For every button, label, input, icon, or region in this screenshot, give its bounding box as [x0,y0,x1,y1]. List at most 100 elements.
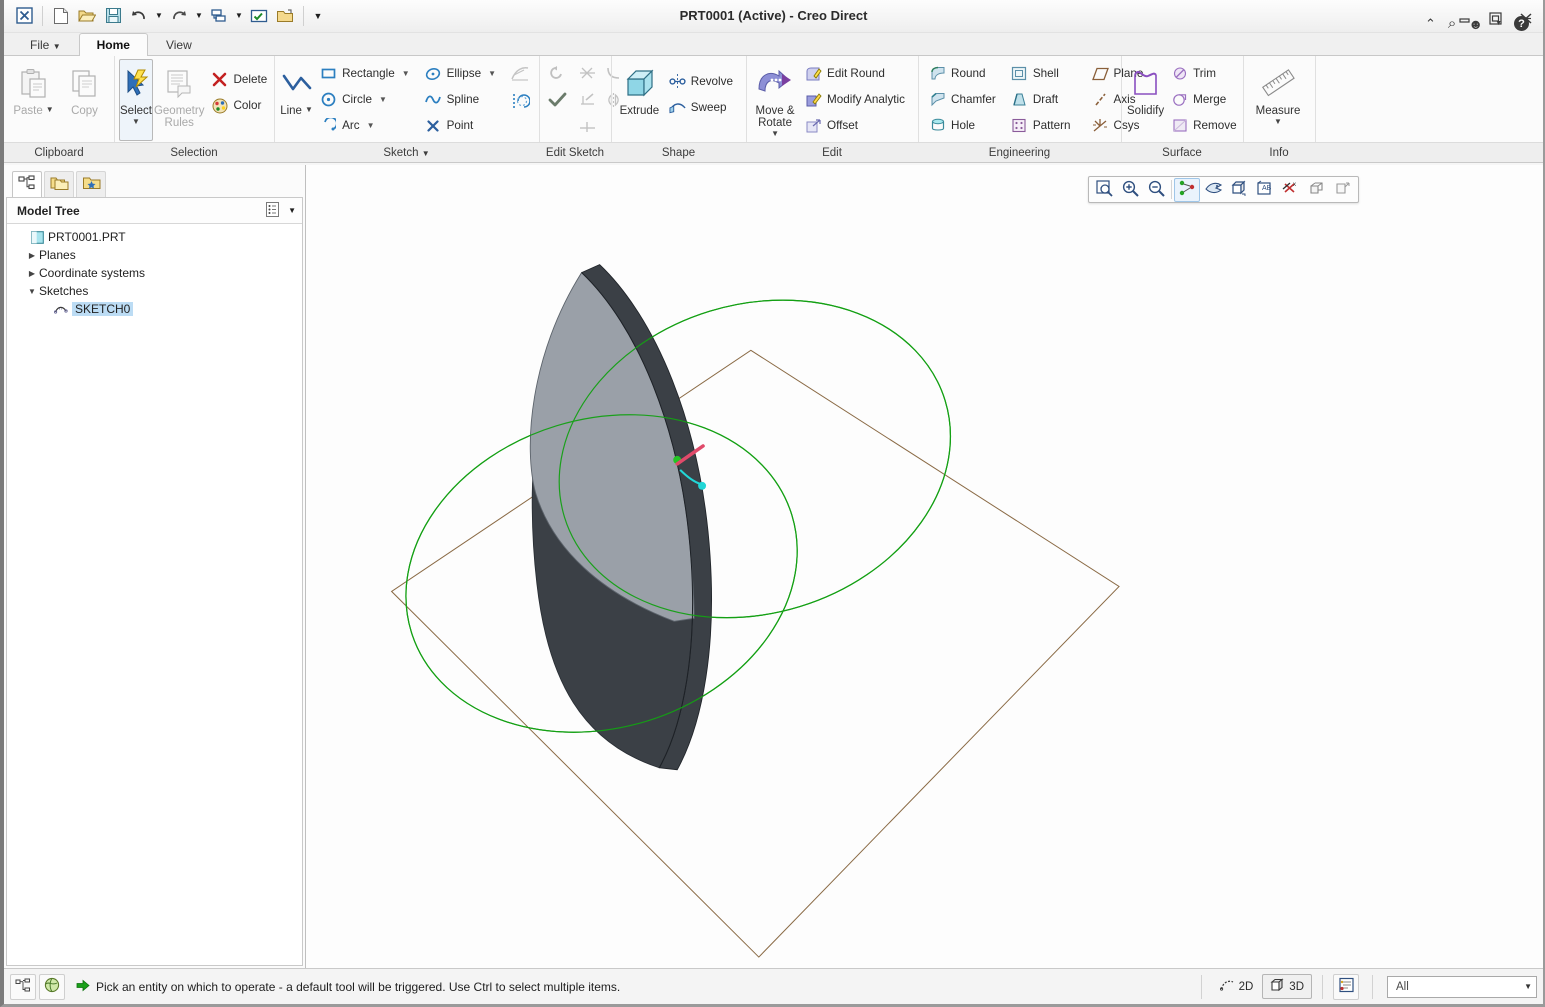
revolve-button[interactable]: Revolve [665,69,740,94]
account-icon[interactable]: ☻ [1468,16,1483,32]
circle-caret-icon[interactable]: ▼ [379,95,387,104]
minimize-ribbon-icon[interactable]: ⌃ [1425,16,1436,32]
zoom-out-button[interactable] [1143,178,1169,202]
appearance-button[interactable] [1330,178,1356,202]
divide-sketch-button[interactable] [574,115,600,141]
tree-settings-icon[interactable] [264,201,281,221]
trim-sketch-button[interactable] [574,61,600,87]
offset-label: Offset [827,119,859,132]
arc-caret-icon[interactable]: ▼ [367,121,375,130]
undo-sketch-button[interactable] [544,61,570,87]
selection-filter-value: All [1396,980,1409,993]
saved-orientations-button[interactable] [1200,178,1226,202]
round-icon [929,65,946,82]
view-mode-2d[interactable]: 2D [1212,974,1262,999]
tree-item-planes[interactable]: ▶ Planes [7,246,302,264]
perspective-view-button[interactable] [1304,178,1330,202]
ribbon-group-edit: Move & Rotate ▼ Edit Round Modify Analyt… [746,56,918,162]
move-rotate-button[interactable]: Move & Rotate ▼ [751,59,799,141]
measure-button[interactable]: Measure ▼ [1248,59,1308,141]
select-button[interactable]: Select ▼ [119,59,153,141]
circle-button[interactable]: Circle ▼ [316,87,417,112]
account-dropdown-icon[interactable]: ▼ [1495,20,1502,27]
annotation-display-button[interactable]: AB [1252,178,1278,202]
help-icon[interactable]: ? [1514,16,1529,31]
edit-round-button[interactable]: Edit Round [801,61,912,86]
tree-item-coordinate-systems[interactable]: ▶ Coordinate systems [7,264,302,282]
sweep-button[interactable]: Sweep [665,95,740,120]
ribbon-group-surface: Solidify Trim Merge Remove Surface [1121,56,1244,162]
tab-view[interactable]: View [148,33,210,55]
chevron-down-icon[interactable]: ▼ [288,206,296,215]
round-button[interactable]: Round [925,61,1003,86]
extend-sketch-icon [579,92,596,111]
browser-toggle-button[interactable] [39,973,65,1000]
offset-button[interactable]: Offset [801,113,912,138]
tree-twist-sketches-icon[interactable]: ▼ [25,287,39,296]
copy-label: Copy [71,105,98,117]
status-message: Pick an entity on which to operate - a d… [96,979,621,994]
offset-edge-icon [510,92,531,113]
spline-button[interactable]: Spline [421,87,503,112]
ellipse-label: Ellipse [446,67,482,80]
display-style-button[interactable] [1226,178,1252,202]
tree-item-part[interactable]: PRT0001.PRT [7,228,302,246]
point-button[interactable]: Point [421,113,503,138]
rectangle-button[interactable]: Rectangle ▼ [316,61,417,86]
solidify-button[interactable]: Solidify [1126,59,1165,141]
view-mode-3d[interactable]: 3D [1262,974,1312,999]
spin-center-button[interactable]: x [1278,178,1304,202]
refit-button[interactable] [1091,178,1117,202]
delete-button[interactable]: Delete [207,67,274,92]
extrude-button[interactable]: Extrude [616,59,663,141]
ribbon-group-sketch-label[interactable]: Sketch ▼ [274,142,539,162]
graphics-viewport[interactable]: AB x [306,165,1543,968]
merge-button[interactable]: Merge [1167,87,1244,112]
modify-analytic-label: Modify Analytic [827,93,905,106]
trim-button[interactable]: Trim [1167,61,1244,86]
ellipse-button[interactable]: Ellipse ▼ [421,61,503,86]
ribbon: Paste ▼ Copy Clipboard Select ▼ Geometry… [4,56,1543,163]
selection-details-button[interactable] [1333,973,1359,1000]
arc-button[interactable]: Arc ▼ [316,113,417,138]
extruded-lens-solid[interactable] [529,264,712,771]
accept-sketch-button[interactable] [544,88,570,114]
selection-filter-select[interactable]: All ▼ [1387,975,1537,998]
tree-item-sketch0[interactable]: SKETCH0 [7,300,302,318]
paste-button[interactable]: Paste ▼ [8,59,59,141]
chamfer-sketch-button[interactable] [507,62,533,88]
draft-button[interactable]: Draft [1007,87,1078,112]
tree-twist-coordinate-systems-icon[interactable]: ▶ [25,269,39,278]
tab-file[interactable]: File ▼ [12,33,79,55]
extend-sketch-button[interactable] [574,88,600,114]
favorites-tab[interactable] [76,171,106,197]
tab-home[interactable]: Home [78,33,148,56]
copy-button[interactable]: Copy [59,59,110,141]
accept-sketch-icon [548,92,567,111]
color-button[interactable]: Color [207,93,274,118]
navigator-tabs [4,165,305,197]
chamfer-button[interactable]: Chamfer [925,87,1003,112]
ellipse-caret-icon[interactable]: ▼ [488,69,496,78]
move-rotate-label: Move & Rotate [755,105,795,129]
pattern-button[interactable]: Pattern [1007,113,1078,138]
datum-display-button[interactable] [1174,177,1200,202]
model-tree-body: PRT0001.PRT ▶ Planes ▶ Coordinate system… [7,224,302,965]
rectangle-caret-icon[interactable]: ▼ [402,69,410,78]
search-icon[interactable]: ⌕ [1448,15,1456,32]
svg-text:AB: AB [1262,185,1272,192]
model-tree-toggle-button[interactable] [10,973,36,1000]
shell-button[interactable]: Shell [1007,61,1078,86]
zoom-in-button[interactable] [1117,178,1143,202]
tree-twist-planes-icon[interactable]: ▶ [25,251,39,260]
remove-button[interactable]: Remove [1167,113,1244,138]
line-button[interactable]: Line ▼ [279,59,314,141]
modify-analytic-button[interactable]: Modify Analytic [801,87,912,112]
model-tree-tab[interactable] [12,171,42,197]
tree-item-sketches[interactable]: ▼ Sketches [7,282,302,300]
folder-browser-tab[interactable] [44,171,74,197]
hole-button[interactable]: Hole [925,113,1003,138]
geometry-rules-button[interactable]: Geometry Rules [153,59,206,141]
offset-edge-button[interactable] [507,89,533,115]
2d-icon [1219,978,1235,995]
